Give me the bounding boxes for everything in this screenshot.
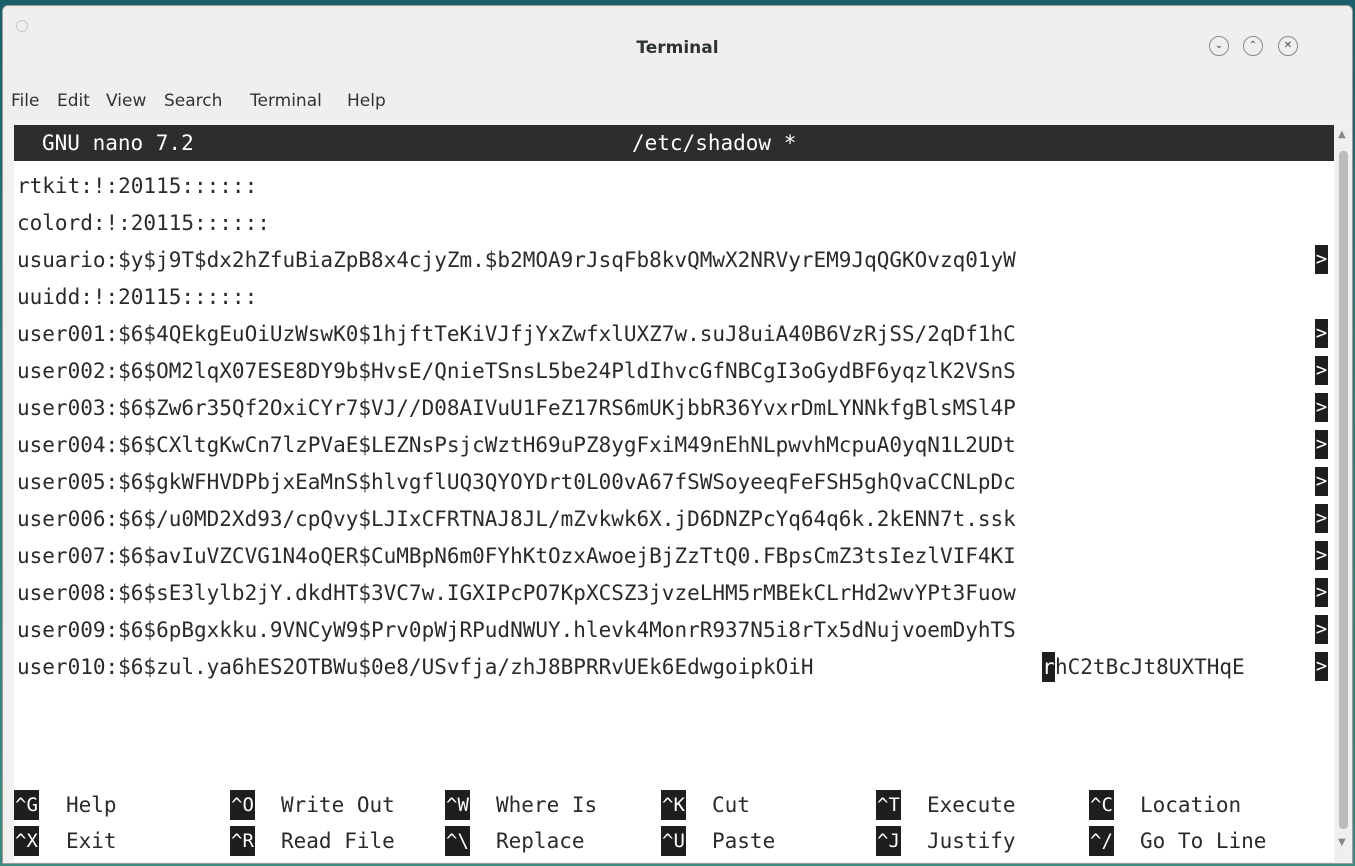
shortcut-label-help[interactable]: Help: [66, 788, 117, 822]
close-button[interactable]: ✕: [1278, 36, 1298, 56]
shortcut-label-go-to-line[interactable]: Go To Line: [1140, 824, 1266, 858]
line-continuation-marker: >: [1315, 541, 1328, 570]
title-bar[interactable]: Terminal ⌄ ⌃ ✕: [3, 6, 1352, 82]
file-line: uuidd:!:20115::::::: [17, 285, 258, 309]
shortcut-key-write-out: ^O: [230, 790, 255, 820]
file-line: user001:$6$4QEkgEuOiUzWswK0$1hjftTeKiVJf…: [17, 322, 1016, 346]
shortcut-key-where-is: ^W: [445, 790, 470, 820]
shortcut-key-read-file: ^R: [230, 826, 255, 856]
nano-filename: /etc/shadow *: [632, 131, 797, 155]
maximize-button[interactable]: ⌃: [1243, 36, 1263, 56]
line-continuation-marker: >: [1315, 319, 1328, 348]
shortcut-key-replace: ^\: [445, 826, 470, 856]
shortcut-key-help: ^G: [14, 790, 39, 820]
shortcut-key-execute: ^T: [876, 790, 901, 820]
shortcut-label-paste[interactable]: Paste: [712, 824, 775, 858]
nano-title-bar: GNU nano 7.2 /etc/shadow *: [14, 125, 1334, 161]
shortcut-label-read-file[interactable]: Read File: [281, 824, 395, 858]
shortcut-key-paste: ^U: [661, 826, 686, 856]
shortcut-key-justify: ^J: [876, 826, 901, 856]
nano-version: GNU nano 7.2: [42, 131, 194, 155]
menu-terminal[interactable]: Terminal: [250, 91, 322, 111]
close-icon: ✕: [1283, 40, 1293, 51]
window-menu-icon[interactable]: [16, 20, 28, 32]
menu-search[interactable]: Search: [164, 91, 222, 111]
shortcut-label-location[interactable]: Location: [1140, 788, 1241, 822]
shortcut-label-exit[interactable]: Exit: [66, 824, 117, 858]
line-continuation-marker: >: [1315, 430, 1328, 459]
shortcut-label-justify[interactable]: Justify: [927, 824, 1016, 858]
line-continuation-marker: >: [1315, 393, 1328, 422]
arrow-up-icon[interactable]: ▲: [1338, 129, 1346, 140]
menu-edit[interactable]: Edit: [57, 91, 90, 111]
line-continuation-marker: >: [1315, 245, 1328, 274]
file-line: user010:$6$zul.ya6hES2OTBWu$0e8/USvfja/z…: [17, 655, 814, 679]
line-continuation-marker: >: [1315, 467, 1328, 496]
shortcut-label-cut[interactable]: Cut: [712, 788, 750, 822]
shortcut-key-go-to-line: ^/: [1089, 826, 1114, 856]
shortcut-label-where-is[interactable]: Where Is: [496, 788, 597, 822]
file-line: user003:$6$Zw6r35Qf2OxiCYr7$VJ//D08AIVuU…: [17, 396, 1016, 420]
shortcut-label-write-out[interactable]: Write Out: [281, 788, 395, 822]
chevron-down-icon: ⌄: [1214, 40, 1224, 51]
scrollbar-thumb[interactable]: [1339, 151, 1348, 829]
vertical-scrollbar[interactable]: ▲ ▼: [1336, 125, 1350, 862]
menu-bar: File Edit View Search Terminal Help: [3, 82, 1352, 120]
file-line: user004:$6$CXltgKwCn7lzPVaE$LEZNsPsjcWzt…: [17, 433, 1016, 457]
shortcut-key-cut: ^K: [661, 790, 686, 820]
text-cursor: r: [1042, 652, 1055, 682]
file-line-remainder: hC2tBcJt8UXTHqE: [1055, 655, 1245, 679]
file-line: user005:$6$gkWFHVDPbjxEaMnS$hlvgflUQ3QYO…: [17, 470, 1016, 494]
shortcut-label-replace[interactable]: Replace: [496, 824, 585, 858]
line-continuation-marker: >: [1315, 504, 1328, 533]
minimize-button[interactable]: ⌄: [1209, 36, 1229, 56]
line-continuation-marker: >: [1315, 615, 1328, 644]
menu-view[interactable]: View: [106, 91, 146, 111]
file-line: user009:$6$6pBgxkku.9VNCyW9$Prv0pWjRPudN…: [17, 618, 1016, 642]
file-line: user008:$6$sE3lylb2jY.dkdHT$3VC7w.IGXIPc…: [17, 581, 1016, 605]
file-line: user002:$6$OM2lqX07ESE8DY9b$HvsE/QnieTSn…: [17, 359, 1016, 383]
shortcut-key-exit: ^X: [14, 826, 39, 856]
terminal-area[interactable]: GNU nano 7.2 /etc/shadow * rtkit:!:20115…: [14, 125, 1334, 862]
line-continuation-marker: >: [1315, 578, 1328, 607]
terminal-window: Terminal ⌄ ⌃ ✕ File Edit View Search Ter…: [2, 5, 1353, 864]
file-line: usuario:$y$j9T$dx2hZfuBiaZpB8x4cjyZm.$b2…: [17, 248, 1016, 272]
line-continuation-marker: >: [1315, 356, 1328, 385]
shortcut-key-location: ^C: [1089, 790, 1114, 820]
chevron-up-icon: ⌃: [1248, 40, 1258, 51]
file-line: user007:$6$avIuVZCVG1N4oQER$CuMBpN6m0FYh…: [17, 544, 1016, 568]
menu-help[interactable]: Help: [347, 91, 386, 111]
shortcut-label-execute[interactable]: Execute: [927, 788, 1016, 822]
file-line: colord:!:20115::::::: [17, 211, 270, 235]
file-line: user006:$6$/u0MD2Xd93/cpQvy$LJIxCFRTNAJ8…: [17, 507, 1016, 531]
arrow-down-icon[interactable]: ▼: [1338, 837, 1346, 848]
file-line: rtkit:!:20115::::::: [17, 174, 258, 198]
menu-file[interactable]: File: [11, 91, 39, 111]
window-title: Terminal: [636, 38, 719, 58]
line-continuation-marker: >: [1315, 652, 1328, 681]
